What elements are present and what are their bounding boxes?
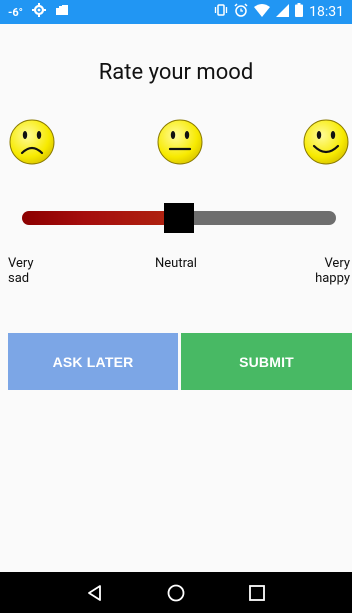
label-neutral: Neutral	[155, 256, 197, 271]
gallery-icon	[55, 4, 69, 20]
happy-face-icon[interactable]	[302, 118, 350, 166]
temperature-text: -6°	[8, 5, 23, 19]
slider-thumb[interactable]	[164, 203, 194, 233]
label-very-happy-line2: happy	[315, 271, 350, 286]
label-very-sad-line2: sad	[8, 271, 30, 286]
back-icon[interactable]	[83, 581, 107, 605]
status-bar: -6° 18:31	[0, 0, 352, 24]
label-very-happy-line1: Very	[324, 256, 350, 271]
status-right: 18:31	[214, 3, 344, 21]
battery-icon	[295, 3, 304, 21]
label-very-happy: Very happy	[315, 256, 350, 286]
home-icon[interactable]	[164, 581, 188, 605]
sad-face-icon[interactable]	[8, 118, 56, 166]
wifi-icon	[254, 3, 271, 21]
alarm-icon	[234, 3, 248, 21]
clock-time: 18:31	[309, 4, 344, 20]
settings-icon	[31, 3, 46, 21]
neutral-face-icon[interactable]	[156, 118, 204, 166]
signal-icon	[276, 3, 290, 21]
slider-track-rest	[179, 211, 336, 225]
mood-slider[interactable]	[22, 203, 336, 233]
status-left: -6°	[8, 3, 69, 21]
slider-track-fill	[22, 211, 179, 225]
page-title: Rate your mood	[98, 60, 254, 85]
submit-button[interactable]: SUBMIT	[181, 333, 352, 390]
recents-icon[interactable]	[245, 581, 269, 605]
navigation-bar	[0, 572, 352, 613]
vibrate-icon	[214, 3, 228, 21]
ask-later-button[interactable]: ASK LATER	[8, 333, 178, 390]
